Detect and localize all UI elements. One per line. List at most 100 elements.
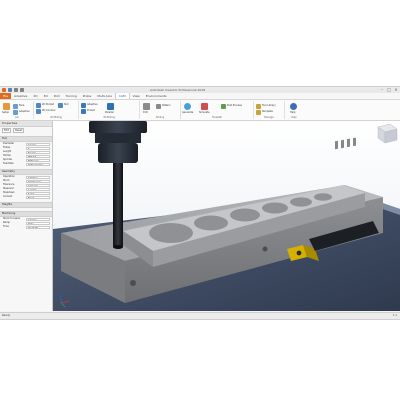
- generate-icon[interactable]: [184, 103, 191, 110]
- drill-label[interactable]: Drill: [143, 111, 148, 114]
- ribbon-group-toolpath-name: Toolpath: [211, 116, 223, 119]
- tool-library-icon[interactable]: [256, 104, 261, 109]
- minimize-icon[interactable]: –: [380, 88, 384, 92]
- app-menu-icon[interactable]: [2, 88, 6, 92]
- ribbon-group-job-name: Job: [15, 116, 19, 119]
- slot: [347, 138, 350, 148]
- maximize-icon[interactable]: □: [387, 88, 391, 92]
- tab-view[interactable]: View: [130, 93, 143, 99]
- tab-environments[interactable]: Environments: [143, 93, 170, 99]
- slot: [341, 139, 344, 149]
- generate-label[interactable]: Generate: [182, 111, 193, 114]
- ribbon-group-toolpath: Generate Simulate Post Process Toolpath: [181, 101, 254, 119]
- pocket-3d-icon[interactable]: [81, 109, 86, 114]
- ribbon-group-2d-name: 2D Milling: [50, 116, 62, 119]
- simulate-label[interactable]: Simulate: [199, 111, 210, 114]
- property-row: Time 00:12:35: [0, 225, 52, 229]
- reset-button[interactable]: Reset: [13, 127, 25, 133]
- bolt-hole: [262, 246, 268, 252]
- tab-multi-axis[interactable]: Multi-Axis: [94, 93, 115, 99]
- adaptive-3d-icon[interactable]: [81, 103, 86, 108]
- 3d-scene: [53, 121, 400, 311]
- post-process-label[interactable]: Post Process: [227, 104, 242, 107]
- pattern-icon[interactable]: [156, 104, 161, 109]
- ribbon-group-drill-name: Drilling: [155, 116, 165, 119]
- pocket-2d-label[interactable]: 2D Pocket: [42, 103, 54, 106]
- slot: [353, 137, 356, 147]
- ribbon-group-help: Help Help: [285, 101, 303, 119]
- simulate-icon[interactable]: [201, 103, 208, 110]
- contour-2d-icon[interactable]: [36, 109, 41, 114]
- adaptive-job-label[interactable]: Adaptive: [19, 110, 30, 113]
- adaptive-job-icon[interactable]: [13, 110, 18, 115]
- graphics-viewport[interactable]: [53, 121, 400, 311]
- quick-access-toolbar: [2, 88, 24, 92]
- drill-icon[interactable]: [143, 103, 150, 110]
- help-icon[interactable]: [290, 103, 297, 110]
- pattern-label[interactable]: Pattern: [162, 104, 171, 107]
- close-icon[interactable]: ×: [394, 88, 398, 92]
- property-value[interactable]: 00:12:35: [26, 225, 50, 229]
- slot-icon[interactable]: [58, 103, 63, 108]
- bolt-hole: [130, 280, 136, 286]
- status-text: Ready: [2, 314, 11, 317]
- status-bar: Ready 1 1: [0, 312, 400, 319]
- slot-label[interactable]: Slot: [64, 103, 69, 106]
- tool-library-label[interactable]: Tool Library: [262, 104, 276, 107]
- pocket: [194, 215, 228, 231]
- property-label: Coolant: [3, 195, 13, 198]
- pocket: [290, 197, 312, 207]
- adaptive-3d-label[interactable]: Adaptive: [87, 103, 98, 106]
- face-label[interactable]: Face: [19, 104, 24, 107]
- ribbon-panel: Setup Face Adaptive Job 2D Pocket 2D Con…: [0, 100, 400, 121]
- tab-cam[interactable]: CAM: [114, 93, 130, 99]
- ribbon-group-3d-name: 3D Milling: [103, 116, 115, 119]
- edit-button[interactable]: Edit: [2, 127, 12, 133]
- tool-holder-upper: [89, 121, 147, 133]
- pocket-large: [149, 223, 193, 243]
- tab-2d[interactable]: 2D: [30, 93, 40, 99]
- property-value[interactable]: 1500 mm/min: [26, 162, 50, 166]
- template-label[interactable]: Template: [262, 110, 273, 113]
- setup-icon[interactable]: [3, 103, 10, 110]
- property-row: Coolant Flood: [0, 195, 52, 199]
- ribbon-group-job: Setup Face Adaptive Job: [1, 101, 34, 119]
- section-heights[interactable]: Heights: [0, 202, 52, 208]
- ribbon-tabs: File Adaptive 2D 3D Drill Turning Probe …: [0, 93, 400, 100]
- clamp-bolt: [296, 250, 302, 256]
- application-window: Autodesk Inventor Professional 2018 – □ …: [0, 86, 400, 320]
- properties-panel: Properties Edit Reset Tool Diameter 12 mm…: [0, 121, 53, 311]
- setup-label[interactable]: Setup: [2, 111, 9, 114]
- save-icon[interactable]: [8, 88, 12, 92]
- undo-icon[interactable]: [14, 88, 18, 92]
- window-controls: – □ ×: [380, 88, 398, 92]
- tab-adaptive[interactable]: Adaptive: [11, 93, 30, 99]
- pocket: [262, 202, 288, 214]
- face-icon[interactable]: [13, 104, 18, 109]
- properties-toolbar: Edit Reset: [0, 127, 52, 133]
- help-label[interactable]: Help: [290, 111, 295, 114]
- tab-drill[interactable]: Drill: [51, 93, 63, 99]
- ribbon-group-manage-name: Manage: [264, 116, 274, 119]
- tab-file[interactable]: File: [0, 93, 12, 99]
- ribbon-group-2d: 2D Pocket 2D Contour Slot 2D Milling: [34, 101, 79, 119]
- parallel-icon[interactable]: [107, 103, 114, 110]
- tool-holder-lower: [98, 143, 138, 163]
- tab-3d[interactable]: 3D: [41, 93, 51, 99]
- pocket-3d-label[interactable]: Pocket: [87, 109, 95, 112]
- ribbon-group-3d: Adaptive Pocket Parallel 3D Milling: [79, 101, 140, 119]
- property-label: Feedrate: [3, 162, 14, 165]
- contour-2d-label[interactable]: 2D Contour: [42, 109, 56, 112]
- pocket-2d-icon[interactable]: [36, 103, 41, 108]
- ribbon-group-drill: Drill Pattern Drilling: [140, 101, 181, 119]
- post-process-icon[interactable]: [221, 104, 226, 109]
- parallel-label[interactable]: Parallel: [105, 111, 114, 114]
- redo-icon[interactable]: [20, 88, 24, 92]
- property-value[interactable]: Flood: [26, 195, 50, 199]
- tab-turning[interactable]: Turning: [63, 93, 80, 99]
- template-icon[interactable]: [256, 110, 261, 115]
- tool-shank: [113, 161, 123, 247]
- pocket: [230, 208, 260, 222]
- slot: [335, 140, 338, 150]
- tab-probe[interactable]: Probe: [80, 93, 95, 99]
